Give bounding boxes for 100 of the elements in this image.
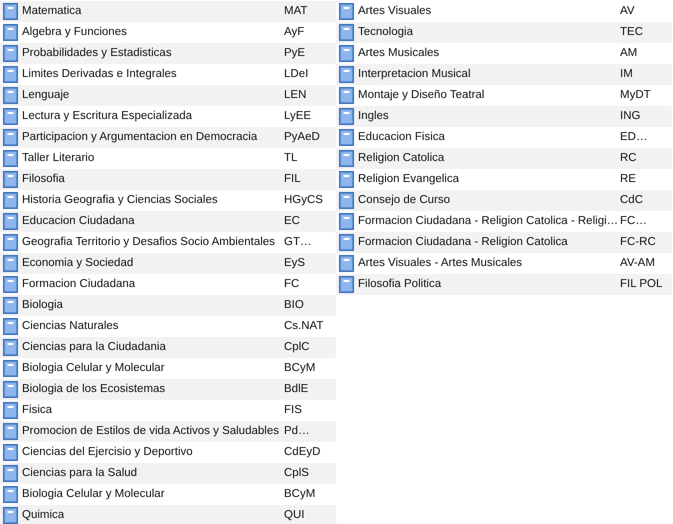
- subject-name: Limites Derivadas e Integrales: [22, 67, 178, 82]
- subject-code: CplC: [284, 340, 310, 355]
- subject-code: CplS: [284, 466, 309, 481]
- subject-code: HGyCS: [284, 193, 323, 208]
- list-item[interactable]: Participacion y Argumentacion en Democracia PyAeD: [0, 127, 336, 148]
- subject-code: BIO: [284, 298, 304, 313]
- list-item[interactable]: Economia y Sociedad EyS: [0, 253, 336, 274]
- list-icon: [339, 276, 354, 293]
- list-icon: [3, 486, 18, 503]
- subject-code: AM: [620, 46, 638, 61]
- list-icon: [3, 234, 18, 251]
- list-icon: [3, 444, 18, 461]
- list-icon: [3, 171, 18, 188]
- subject-code: PyE: [284, 46, 306, 61]
- list-icon: [3, 24, 18, 41]
- subject-name: Religion Evangelica: [358, 172, 460, 187]
- subject-code: EyS: [284, 256, 306, 271]
- list-item[interactable]: Ciencias para la Ciudadania CplC: [0, 337, 336, 358]
- subject-name: Ciencias del Ejercisio y Deportivo: [22, 445, 194, 460]
- list-item[interactable]: Probabilidades y Estadisticas PyE: [0, 43, 336, 64]
- subject-code: AV: [620, 4, 634, 19]
- list-item[interactable]: Interpretacion Musical IM: [336, 64, 672, 85]
- subject-name: Montaje y Diseño Teatral: [358, 88, 486, 103]
- list-icon: [339, 3, 354, 20]
- list-item[interactable]: Ingles ING: [336, 106, 672, 127]
- subject-name: Biologia de los Ecosistemas: [22, 382, 166, 397]
- subject-name: Religion Catolica: [358, 151, 446, 166]
- list-icon: [3, 129, 18, 146]
- subject-name: Consejo de Curso: [358, 193, 452, 208]
- list-icon: [3, 150, 18, 167]
- list-item[interactable]: Biologia BIO: [0, 295, 336, 316]
- list-item[interactable]: Biologia de los Ecosistemas BdlE: [0, 379, 336, 400]
- subject-name: Probabilidades y Estadisticas: [22, 46, 173, 61]
- subject-code: BCyM: [284, 361, 316, 376]
- list-item[interactable]: Matematica MAT: [0, 1, 336, 22]
- subject-name: Lenguaje: [22, 88, 70, 103]
- subject-code: FIL POL: [620, 277, 662, 292]
- subject-code: RC: [620, 151, 637, 166]
- list-icon: [3, 45, 18, 62]
- subject-code: MyDT: [620, 88, 651, 103]
- subject-name: Historia Geografia y Ciencias Sociales: [22, 193, 219, 208]
- list-icon: [339, 66, 354, 83]
- subject-name: Ingles: [358, 109, 390, 124]
- subject-name: Quimica: [22, 508, 66, 523]
- list-icon: [339, 24, 354, 41]
- subject-code: Cs.NAT: [284, 319, 324, 334]
- list-icon: [339, 150, 354, 167]
- list-icon: [3, 255, 18, 272]
- subject-name: Filosofia: [22, 172, 66, 187]
- list-icon: [3, 360, 18, 377]
- list-icon: [339, 213, 354, 230]
- subject-code: TL: [284, 151, 298, 166]
- list-item[interactable]: Quimica QUI: [0, 505, 336, 524]
- subject-code: RE: [620, 172, 636, 187]
- subject-code: CdEyD: [284, 445, 320, 460]
- list-item[interactable]: Formacion Ciudadana - Religion Catolica FC-RC: [336, 232, 672, 253]
- list-icon: [3, 507, 18, 524]
- subject-code: LDeI: [284, 67, 308, 82]
- subject-name: Artes Visuales: [358, 4, 432, 19]
- subject-code: ING: [620, 109, 640, 124]
- subject-name: Lectura y Escritura Especializada: [22, 109, 194, 124]
- list-item[interactable]: Filosofia FIL: [0, 169, 336, 190]
- list-item[interactable]: Filosofia Politica FIL POL: [336, 274, 672, 295]
- subject-name: Biologia Celular y Molecular: [22, 361, 166, 376]
- subject-name: Interpretacion Musical: [358, 67, 472, 82]
- list-item[interactable]: Educacion Ciudadana EC: [0, 211, 336, 232]
- list-icon: [3, 297, 18, 314]
- list-item[interactable]: Lenguaje LEN: [0, 85, 336, 106]
- list-icon: [3, 66, 18, 83]
- list-icon: [3, 108, 18, 125]
- subject-name: Fisica: [22, 403, 54, 418]
- list-icon: [339, 108, 354, 125]
- list-icon: [3, 339, 18, 356]
- subject-name: Tecnologia: [358, 25, 414, 40]
- list-icon: [339, 234, 354, 251]
- subject-name: Artes Visuales - Artes Musicales: [358, 256, 524, 271]
- list-icon: [3, 213, 18, 230]
- list-item[interactable]: Promocion de Estilos de vida Activos y Saludables Pd…: [0, 421, 336, 442]
- list-icon: [3, 402, 18, 419]
- subject-name: Formacion Ciudadana - Religion Catolica - Religi…: [358, 214, 617, 229]
- subject-code: LEN: [284, 88, 306, 103]
- list-icon: [3, 318, 18, 335]
- subject-code: EC: [284, 214, 300, 229]
- subject-code: CdC: [620, 193, 644, 208]
- subject-code: Pd…: [284, 424, 310, 439]
- subject-code: FC: [284, 277, 300, 292]
- list-item[interactable]: Tecnologia TEC: [336, 22, 672, 43]
- subject-name: Ciencias para la Ciudadania: [22, 340, 167, 355]
- subject-name: Ciencias Naturales: [22, 319, 120, 334]
- list-item[interactable]: Ciencias para la Salud CplS: [0, 463, 336, 484]
- subject-name: Biologia Celular y Molecular: [22, 487, 166, 502]
- subject-name: Educacion Ciudadana: [22, 214, 136, 229]
- list-item[interactable]: Consejo de Curso CdC: [336, 190, 672, 211]
- subject-code: FIS: [284, 403, 302, 418]
- subject-code: LyEE: [284, 109, 312, 124]
- subject-code: ED…: [620, 130, 648, 145]
- subject-name: Formacion Ciudadana: [22, 277, 136, 292]
- subject-code: IM: [620, 67, 633, 82]
- subject-code: PyAeD: [284, 130, 320, 145]
- list-item[interactable]: Religion Catolica RC: [336, 148, 672, 169]
